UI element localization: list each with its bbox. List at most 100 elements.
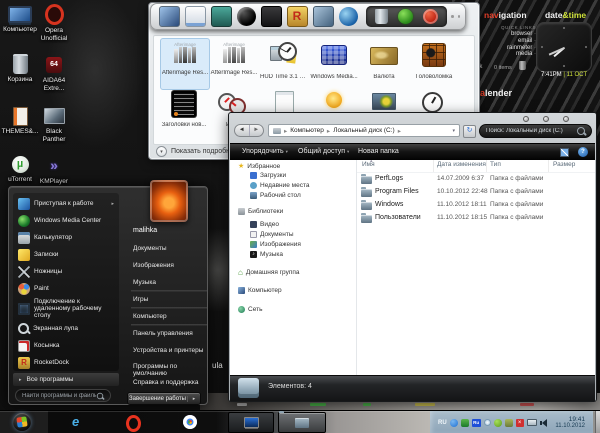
gadget-afterimage-2[interactable]: Afterimage AfterImage Res... <box>210 38 258 76</box>
sidebar-item-music[interactable]: ♪ Музыка <box>250 251 283 258</box>
desktop-icon-kmplayer[interactable]: » KMPlayer <box>34 158 74 186</box>
dock-network-icon[interactable] <box>339 7 358 26</box>
trash-widget-icon[interactable] <box>519 61 526 70</box>
menu-item-paint[interactable]: Paint <box>13 280 119 297</box>
tray-utility-icon[interactable] <box>505 419 513 427</box>
menu-item-windows-media-center[interactable]: Windows Media Center <box>13 212 119 229</box>
gadget-windows-media[interactable]: Windows Media... <box>310 38 358 80</box>
address-dropdown-icon[interactable]: ▾ <box>452 128 455 134</box>
sidebar-item-network[interactable]: Сеть <box>238 306 262 313</box>
desktop-icon-black-panther[interactable]: Black Panther <box>34 108 74 143</box>
file-row-name[interactable]: Windows <box>375 201 403 208</box>
menu-item-getting-started[interactable]: Приступая к работе ▸ <box>13 195 119 212</box>
dock-wallet-icon[interactable] <box>211 6 232 27</box>
menu-item-pictures[interactable]: Изображения <box>133 262 174 269</box>
dock-documents-icon[interactable] <box>185 6 206 27</box>
tray-ru-lang-icon[interactable]: Ru <box>472 419 481 427</box>
dock-power-icon[interactable] <box>423 9 438 24</box>
new-folder-button[interactable]: Новая папка <box>358 148 399 155</box>
address-bar[interactable]: ▸ Компьютер ▸ Локальный диск (C:) ▸ ▾ <box>268 124 460 137</box>
shutdown-options-arrow[interactable]: ▸ <box>187 396 200 402</box>
maximize-button[interactable] <box>543 116 549 122</box>
menu-item-rocketdock[interactable]: R RocketDock <box>13 354 119 371</box>
opera-taskbar-icon[interactable] <box>126 415 141 432</box>
user-name[interactable]: malihka <box>133 227 157 234</box>
dock-settings-icon[interactable] <box>398 9 413 24</box>
sidebar-item-documents[interactable]: Документы <box>250 231 294 238</box>
menu-item-calculator[interactable]: Калькулятор <box>13 229 119 246</box>
breadcrumb-local-disk-c[interactable]: Локальный диск (C:) <box>333 127 395 134</box>
gadget-currency[interactable]: Валюта <box>360 38 408 80</box>
views-button[interactable] <box>560 148 569 157</box>
dock-rocketdock-icon[interactable]: R <box>287 6 308 27</box>
organize-button[interactable]: Упорядочить ▾ <box>242 148 288 155</box>
menu-item-help-support[interactable]: Справка и поддержка <box>133 379 199 386</box>
file-row-name[interactable]: Пользователи <box>375 214 421 221</box>
menu-item-sticky-notes[interactable]: Записки <box>13 246 119 263</box>
sidebar-item-downloads[interactable]: Загрузки <box>250 172 286 179</box>
gadget-hud-time[interactable]: HUD Time 3.1 N... <box>260 38 308 80</box>
sidebar-item-recent-places[interactable]: Недавние места <box>250 182 310 189</box>
column-header-date[interactable]: Дата изменения <box>437 161 486 168</box>
show-desktop-button[interactable] <box>595 411 600 433</box>
minimize-button[interactable] <box>523 116 529 122</box>
refresh-button[interactable]: ↻ <box>463 125 476 138</box>
shutdown-button[interactable]: Завершение работы ▸ <box>127 392 201 405</box>
tray-volume-icon[interactable] <box>540 419 547 427</box>
search-box[interactable]: Поиск: Локальный диск (C:) <box>479 124 592 138</box>
forward-button[interactable]: ► <box>250 125 264 136</box>
all-programs-button[interactable]: ▸ Все программы <box>13 373 119 386</box>
sidebar-item-computer[interactable]: Компьютер <box>238 287 282 294</box>
sidebar-item-homegroup[interactable]: ⌂ Домашняя группа <box>238 269 300 276</box>
menu-item-music[interactable]: Музыка <box>133 279 156 286</box>
tray-display-icon[interactable] <box>527 419 537 426</box>
gadget-news-headlines[interactable]: Заголовки нов... <box>160 88 208 128</box>
menu-item-devices-printers[interactable]: Устройства и принтеры <box>133 347 203 354</box>
tray-action-center-icon[interactable]: × <box>516 419 524 427</box>
menu-item-snipping-tool[interactable]: Ножницы <box>13 263 119 280</box>
tray-blue-icon[interactable] <box>450 419 458 427</box>
tray-shield-icon[interactable] <box>461 419 469 427</box>
menu-item-remote-desktop[interactable]: Подключение к удаленному рабочему столу <box>13 297 119 320</box>
internet-explorer-icon[interactable]: e <box>72 414 79 429</box>
taskbar-app-explorer-active[interactable] <box>278 412 326 433</box>
desktop-icon-opera[interactable]: Opera Unofficial <box>34 4 74 42</box>
file-row-name[interactable]: Program Files <box>375 188 419 195</box>
dock-computer-icon[interactable] <box>159 6 180 27</box>
dock-8ball-icon[interactable] <box>237 7 256 26</box>
pane-divider[interactable] <box>356 160 357 375</box>
dock-map-icon[interactable] <box>313 6 334 27</box>
sidebar-item-pictures[interactable]: Изображения <box>250 241 301 248</box>
back-button[interactable]: ◄ <box>235 125 250 136</box>
help-button[interactable]: ? <box>578 147 588 157</box>
close-button[interactable] <box>563 116 569 122</box>
sidebar-item-favorites[interactable]: ★ Избранное <box>238 162 280 170</box>
menu-item-games[interactable]: Игры <box>133 296 148 303</box>
breadcrumb-computer[interactable]: Компьютер <box>290 127 324 134</box>
menu-item-control-panel[interactable]: Панель управления <box>133 330 193 337</box>
chrome-taskbar-icon[interactable] <box>183 415 197 429</box>
user-avatar[interactable] <box>150 180 188 222</box>
sidebar-item-videos[interactable]: Видео <box>250 221 279 228</box>
menu-item-magnifier[interactable]: Экранная лупа <box>13 320 119 337</box>
sidebar-item-libraries[interactable]: Библиотеки <box>238 208 283 215</box>
start-button[interactable] <box>13 413 31 431</box>
menu-item-default-programs[interactable]: Программы по умолчанию <box>133 363 207 377</box>
tray-drop-icon[interactable] <box>484 419 491 426</box>
file-row-name[interactable]: PerfLogs <box>375 175 403 182</box>
start-search-input[interactable]: Найти программы и файлы <box>15 389 111 402</box>
menu-item-documents[interactable]: Документы <box>133 245 167 252</box>
menu-item-solitaire[interactable]: Косынка <box>13 337 119 354</box>
desktop-icon-aida64[interactable]: 64 AIDA64 Extre... <box>34 57 74 92</box>
column-header-size[interactable]: Размер <box>553 161 575 168</box>
tray-clock[interactable]: 19:41 11.10.2012 <box>555 416 585 430</box>
gadget-puzzle[interactable]: Головоломка <box>410 38 458 80</box>
dock-recycle-bin-icon[interactable] <box>375 9 388 24</box>
sidebar-item-desktop[interactable]: Рабочий стол <box>250 192 301 199</box>
dock-tower-icon[interactable] <box>261 6 282 27</box>
column-header-type[interactable]: Тип <box>490 161 501 168</box>
taskbar-app-media[interactable] <box>228 412 274 433</box>
menu-item-computer[interactable]: Компьютер <box>133 313 167 320</box>
share-button[interactable]: Общий доступ ▾ <box>298 148 349 155</box>
language-indicator[interactable]: RU <box>438 420 447 426</box>
